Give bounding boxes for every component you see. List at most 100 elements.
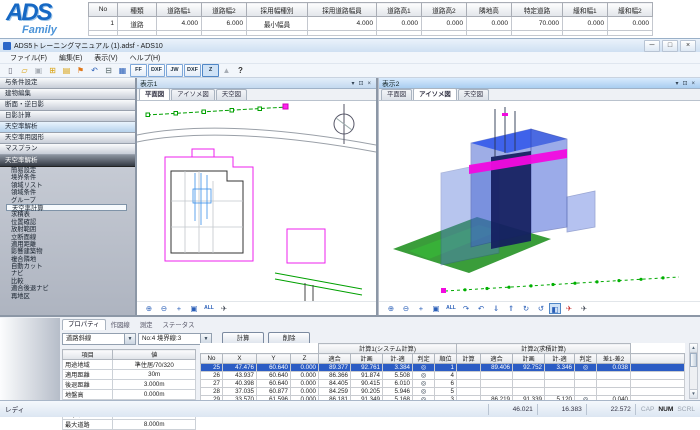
cell[interactable]: 6.000: [202, 17, 247, 31]
bird-view-icon[interactable]: ✈: [217, 303, 231, 314]
scroll-up-icon[interactable]: ▲: [690, 344, 697, 353]
cell[interactable]: [467, 31, 512, 36]
zoom-all-icon[interactable]: ALL: [202, 303, 216, 314]
table-row[interactable]: 2740.39860.6400.00084.40590.4156.010◎6: [201, 380, 685, 388]
bottom-tab-3[interactable]: ステータス: [158, 321, 200, 330]
zoom-in-icon[interactable]: ⊕: [384, 303, 398, 314]
cell[interactable]: [202, 31, 247, 36]
cell[interactable]: 4.000: [308, 17, 377, 31]
view1-tab-1[interactable]: アイソメ図: [171, 89, 215, 100]
sidebar-section-1[interactable]: 建物編集: [0, 89, 135, 100]
sidebar-item-14[interactable]: ナビ: [0, 270, 135, 277]
sidebar-item-12[interactable]: 複合隣地: [0, 256, 135, 263]
minimize-icon[interactable]: ─: [644, 40, 660, 52]
pan-icon[interactable]: +: [172, 303, 186, 314]
view1-tab-0[interactable]: 平面図: [139, 88, 170, 100]
menu-item[interactable]: 編集(E): [53, 53, 88, 63]
flag-icon[interactable]: ⚑: [74, 65, 87, 77]
mountain-icon[interactable]: ▲: [220, 65, 233, 77]
cell[interactable]: 0.000: [377, 17, 422, 31]
rotate-right-icon[interactable]: ↷: [459, 303, 473, 314]
view2-tab-1[interactable]: アイソメ図: [413, 88, 457, 100]
view1-canvas[interactable]: [137, 101, 376, 301]
cell[interactable]: 道路: [118, 17, 157, 31]
view1-tab-2[interactable]: 天空図: [216, 89, 247, 100]
open-folder-icon[interactable]: ▱: [18, 65, 31, 77]
sidebar-item-17[interactable]: 再地区: [0, 293, 135, 300]
sidebar-item-3[interactable]: 領域条件: [0, 189, 135, 196]
cell[interactable]: [512, 31, 563, 36]
walk-mode-icon[interactable]: ✈: [577, 303, 591, 314]
menu-item[interactable]: ファイル(F): [4, 53, 53, 63]
move-down-icon[interactable]: ⇓: [489, 303, 503, 314]
view2-tab-0[interactable]: 平面図: [381, 89, 412, 100]
spin-cw-icon[interactable]: ↻: [519, 303, 533, 314]
sidebar-item-9[interactable]: 立断面線: [0, 234, 135, 241]
table-row[interactable]: 2837.03560.8770.00084.25990.2055.946◎5: [201, 388, 685, 396]
new-file-icon[interactable]: ▯: [4, 65, 17, 77]
rotate-left-icon[interactable]: ↶: [474, 303, 488, 314]
sidebar-section-6[interactable]: マスプラン: [0, 144, 135, 155]
result-table-scrollbar[interactable]: ▲ ▼: [689, 343, 698, 399]
cell[interactable]: 4.000: [157, 17, 202, 31]
close-icon[interactable]: ×: [680, 40, 696, 52]
sidebar-item-16[interactable]: 適合後退ナビ: [0, 285, 135, 292]
sidebar-section-0[interactable]: 与条件設定: [0, 78, 135, 89]
view2-tab-2[interactable]: 天空図: [458, 89, 489, 100]
export-dxf-button[interactable]: DXF: [184, 64, 201, 77]
sidebar-item-11[interactable]: 影響建築物: [0, 248, 135, 255]
sidebar-item-4[interactable]: グループ: [0, 197, 135, 204]
move-up-icon[interactable]: ⇑: [504, 303, 518, 314]
zoom-all-icon[interactable]: ALL: [444, 303, 458, 314]
cell[interactable]: [157, 31, 202, 36]
bottom-tab-0[interactable]: プロパティ: [62, 319, 106, 330]
grid-icon[interactable]: ▦: [116, 65, 129, 77]
close-icon[interactable]: ×: [689, 81, 697, 87]
cell[interactable]: 70.000: [512, 17, 563, 31]
menu-item[interactable]: 表示(V): [88, 53, 123, 63]
cell[interactable]: 0.000: [422, 17, 467, 31]
import-dxf-button[interactable]: DXF: [148, 64, 165, 77]
clipboard-icon[interactable]: ▤: [60, 65, 73, 77]
import-ff-button[interactable]: FF: [130, 64, 147, 77]
spin-ccw-icon[interactable]: ↺: [534, 303, 548, 314]
zoom-window-icon[interactable]: ▣: [187, 303, 201, 314]
zoom-out-icon[interactable]: ⊖: [157, 303, 171, 314]
help-icon[interactable]: ?: [234, 65, 247, 77]
close-icon[interactable]: ×: [365, 81, 373, 87]
zoom-in-icon[interactable]: ⊕: [142, 303, 156, 314]
cell[interactable]: 0.000: [563, 17, 608, 31]
view2-canvas[interactable]: [379, 101, 700, 301]
menu-item[interactable]: ヘルプ(H): [124, 53, 167, 63]
cell[interactable]: 最小幅員: [247, 17, 308, 31]
zoom-window-icon[interactable]: ▣: [429, 303, 443, 314]
scroll-thumb[interactable]: [690, 353, 697, 367]
cell[interactable]: [89, 31, 118, 36]
fly-mode-icon[interactable]: ✈: [562, 303, 576, 314]
layers-icon[interactable]: ⊞: [46, 65, 59, 77]
table-row[interactable]: 2643.93760.6400.00086.36691.8745.508◎4: [201, 372, 685, 380]
sidebar-section-2[interactable]: 断面・逆日影: [0, 100, 135, 111]
z-toggle-button[interactable]: Z: [202, 64, 219, 77]
save-icon[interactable]: ▣: [32, 65, 45, 77]
sidebar-item-1[interactable]: 境界条件: [0, 174, 135, 181]
solid-view-icon[interactable]: ◧: [549, 303, 561, 314]
undo-icon[interactable]: ↶: [88, 65, 101, 77]
import-jw-button[interactable]: JW: [166, 64, 183, 77]
zoom-out-icon[interactable]: ⊖: [399, 303, 413, 314]
maximize-icon[interactable]: □: [662, 40, 678, 52]
bottom-tab-2[interactable]: 測定: [135, 321, 158, 330]
print-icon[interactable]: ⊟: [102, 65, 115, 77]
cell[interactable]: [377, 31, 422, 36]
cell[interactable]: [247, 31, 308, 36]
pan-icon[interactable]: +: [414, 303, 428, 314]
sidebar-section-5[interactable]: 天空率用図形: [0, 133, 135, 144]
sidebar-item-8[interactable]: 放射範囲: [0, 226, 135, 233]
bottom-tab-1[interactable]: 作図線: [106, 321, 135, 330]
scroll-down-icon[interactable]: ▼: [690, 389, 697, 398]
cell[interactable]: [308, 31, 377, 36]
slope-type-select[interactable]: 道路斜線 ▼: [62, 333, 136, 345]
cell[interactable]: [118, 31, 157, 36]
cell[interactable]: [563, 31, 608, 36]
cell[interactable]: 1: [89, 17, 118, 31]
